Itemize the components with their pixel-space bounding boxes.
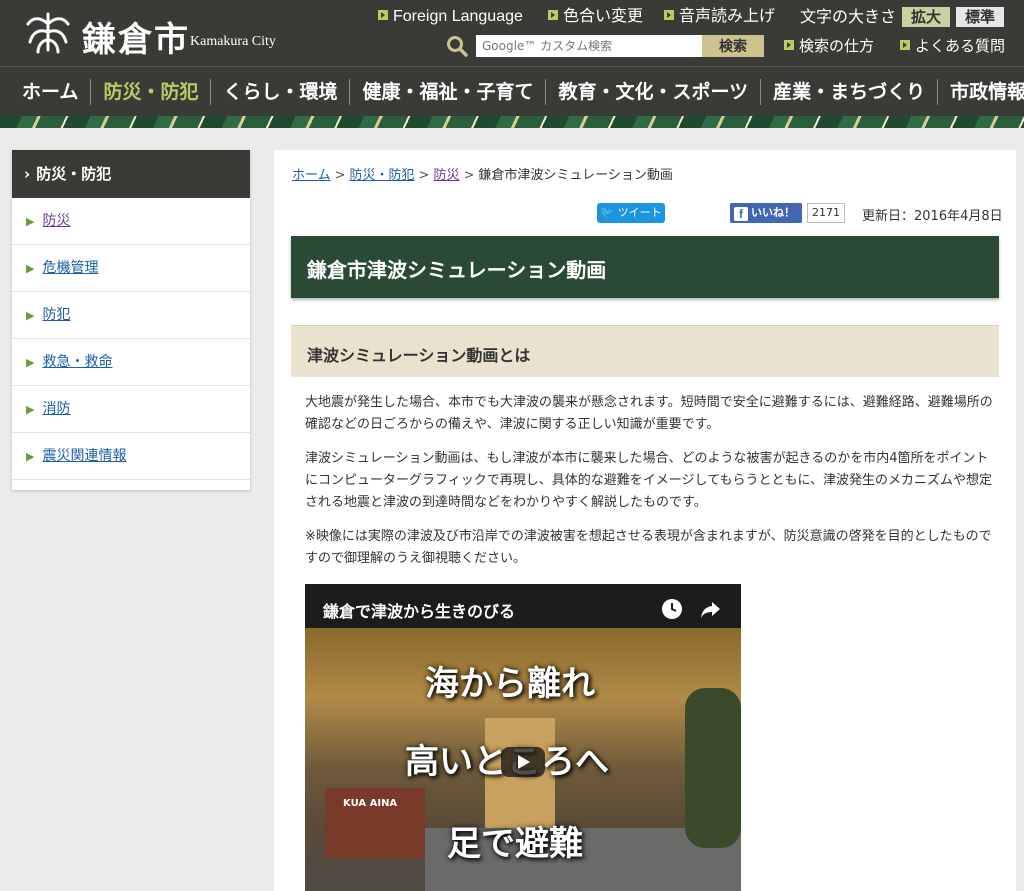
description-paragraph: 津波シミュレーション動画は、もし津波が本市に襲来した場合、どのような被害が起きる…	[305, 451, 993, 510]
sidebar-link-fire[interactable]: 消防	[42, 401, 70, 417]
nav-item-home[interactable]: ホーム	[10, 78, 92, 105]
fontsize-label: 文字の大きさ	[800, 7, 897, 26]
section-title: 津波シミュレーション動画とは	[307, 346, 531, 365]
video-caption-3: 足で避難	[447, 824, 583, 864]
facebook-like-button[interactable]: f いいね！	[730, 203, 802, 223]
chevron-right-icon: ▶	[26, 309, 35, 322]
watch-later-icon[interactable]	[661, 598, 683, 620]
like-count: 2171	[807, 203, 845, 223]
breadcrumb: ホーム > 防災・防犯 > 防災 > 鎌倉市津波シミュレーション動画	[292, 164, 673, 183]
foreign-language-label: Foreign Language	[393, 8, 523, 25]
play-button[interactable]	[501, 747, 545, 777]
page-title-box: 鎌倉市津波シミュレーション動画	[291, 236, 999, 298]
intro-paragraph: 大地震が発生した場合、本市でも大津波の襲来が懸念されます。短時間で安全に避難する…	[305, 395, 993, 432]
breadcrumb-separator: >	[334, 168, 346, 183]
tweet-label: ツイート	[617, 206, 662, 219]
sidebar-link-disaster[interactable]: 防災	[42, 213, 70, 229]
arrow-bullet-icon	[784, 40, 794, 50]
sidebar-heading: › 防災・防犯	[12, 150, 250, 198]
breadcrumb-disaster[interactable]: 防災	[433, 168, 459, 183]
site-logo-text[interactable]: 鎌倉市	[82, 12, 190, 61]
faq-link[interactable]: よくある質問	[900, 37, 1005, 57]
search-howto-link[interactable]: 検索の仕方	[784, 37, 874, 57]
sidebar-link-crisis[interactable]: 危機管理	[42, 260, 98, 276]
sidebar: › 防災・防犯 ▶ 防災 ▶ 危機管理 ▶ 防犯 ▶ 救急・救命 ▶ 消防 ▶ 震災関連情報	[12, 150, 250, 490]
nav-item-city-info[interactable]: 市政情報	[938, 79, 1024, 105]
video-title[interactable]: 鎌倉で津波から生きのびる	[323, 598, 515, 622]
video-caption-1: 海から離れ	[425, 664, 595, 704]
arrow-bullet-icon	[664, 10, 674, 20]
color-change-link[interactable]: 色合い変更	[548, 7, 643, 27]
like-label: いいね！	[751, 206, 795, 219]
shop-sign-text: KUA AINA	[343, 798, 398, 809]
sidebar-item-crisis: ▶ 危機管理	[12, 245, 250, 292]
site-logo-subtitle: Kamakura City	[190, 34, 276, 49]
section-heading-box: 津波シミュレーション動画とは	[291, 325, 999, 377]
sidebar-link-earthquake[interactable]: 震災関連情報	[42, 448, 126, 464]
arrow-bullet-icon	[378, 10, 388, 20]
kamakura-emblem-icon[interactable]	[24, 10, 72, 54]
sidebar-item-crime: ▶ 防犯	[12, 292, 250, 339]
site-header: 鎌倉市 Kamakura City Foreign Language 色合い変更…	[0, 0, 1024, 66]
main-content: ホーム > 防災・防犯 > 防災 > 鎌倉市津波シミュレーション動画 🐦 ツイート f いいね…	[274, 150, 1016, 891]
chevron-right-icon: ▶	[26, 356, 35, 369]
breadcrumb-separator: >	[418, 168, 430, 183]
fontsize-normal-button[interactable]: 標準	[956, 7, 1004, 27]
read-aloud-label: 音声読み上げ	[679, 8, 776, 25]
notice-paragraph: ※映像には実際の津波及び市沿岸での津波被害を想起させる表現が含まれますが、防災意…	[305, 529, 992, 566]
decorative-band	[0, 116, 1024, 128]
facebook-icon: f	[734, 207, 748, 221]
chevron-right-icon: ›	[24, 165, 31, 183]
sidebar-item-disaster: ▶ 防災	[12, 198, 250, 245]
twitter-bird-icon: 🐦	[600, 206, 618, 219]
youtube-video-player[interactable]: KUA AINA 鎌倉で津波から生きのびる 海から離れ 高いところへ 足で避難	[305, 584, 741, 891]
search-howto-label: 検索の仕方	[799, 38, 875, 55]
nav-item-health[interactable]: 健康・福祉・子育て	[350, 78, 547, 105]
share-icon[interactable]	[699, 598, 721, 620]
chevron-right-icon: ▶	[26, 403, 35, 416]
tweet-button[interactable]: 🐦 ツイート	[597, 203, 665, 223]
sidebar-item-earthquake: ▶ 震災関連情報	[12, 433, 250, 480]
updated-date: 更新日：2016年4月8日	[862, 209, 1003, 224]
sidebar-item-fire: ▶ 消防	[12, 386, 250, 433]
sidebar-item-emergency: ▶ 救急・救命	[12, 339, 250, 386]
nav-item-industry[interactable]: 産業・まちづくり	[761, 78, 939, 105]
chevron-right-icon: ▶	[26, 215, 35, 228]
read-aloud-link[interactable]: 音声読み上げ	[664, 7, 775, 27]
faq-label: よくある質問	[915, 38, 1006, 55]
nav-item-education[interactable]: 教育・文化・スポーツ	[546, 78, 762, 105]
sidebar-link-emergency[interactable]: 救急・救命	[42, 354, 112, 370]
arrow-bullet-icon	[900, 40, 910, 50]
search-input[interactable]	[476, 35, 702, 57]
foreign-language-link[interactable]: Foreign Language	[378, 7, 523, 27]
breadcrumb-current: 鎌倉市津波シミュレーション動画	[478, 168, 673, 183]
sidebar-heading-label: 防災・防犯	[36, 165, 112, 183]
search-icon	[447, 36, 468, 57]
nav-item-disaster-crime[interactable]: 防災・防犯	[91, 78, 212, 105]
nav-item-living[interactable]: くらし・環境	[211, 78, 351, 105]
fontsize-large-button[interactable]: 拡大	[902, 7, 950, 27]
breadcrumb-home[interactable]: ホーム	[292, 168, 331, 183]
chevron-right-icon: ▶	[26, 450, 35, 463]
sidebar-link-crime[interactable]: 防犯	[42, 307, 70, 323]
arrow-bullet-icon	[548, 10, 558, 20]
breadcrumb-separator: >	[463, 168, 475, 183]
breadcrumb-disaster-crime[interactable]: 防災・防犯	[350, 168, 415, 183]
global-nav: ホーム 防災・防犯 くらし・環境 健康・福祉・子育て 教育・文化・スポーツ 産業…	[0, 66, 1024, 116]
page-title: 鎌倉市津波シミュレーション動画	[307, 258, 607, 282]
color-change-label: 色合い変更	[563, 8, 644, 25]
chevron-right-icon: ▶	[26, 262, 35, 275]
thumbnail-tree	[685, 688, 741, 848]
search-button[interactable]: 検索	[702, 35, 764, 57]
